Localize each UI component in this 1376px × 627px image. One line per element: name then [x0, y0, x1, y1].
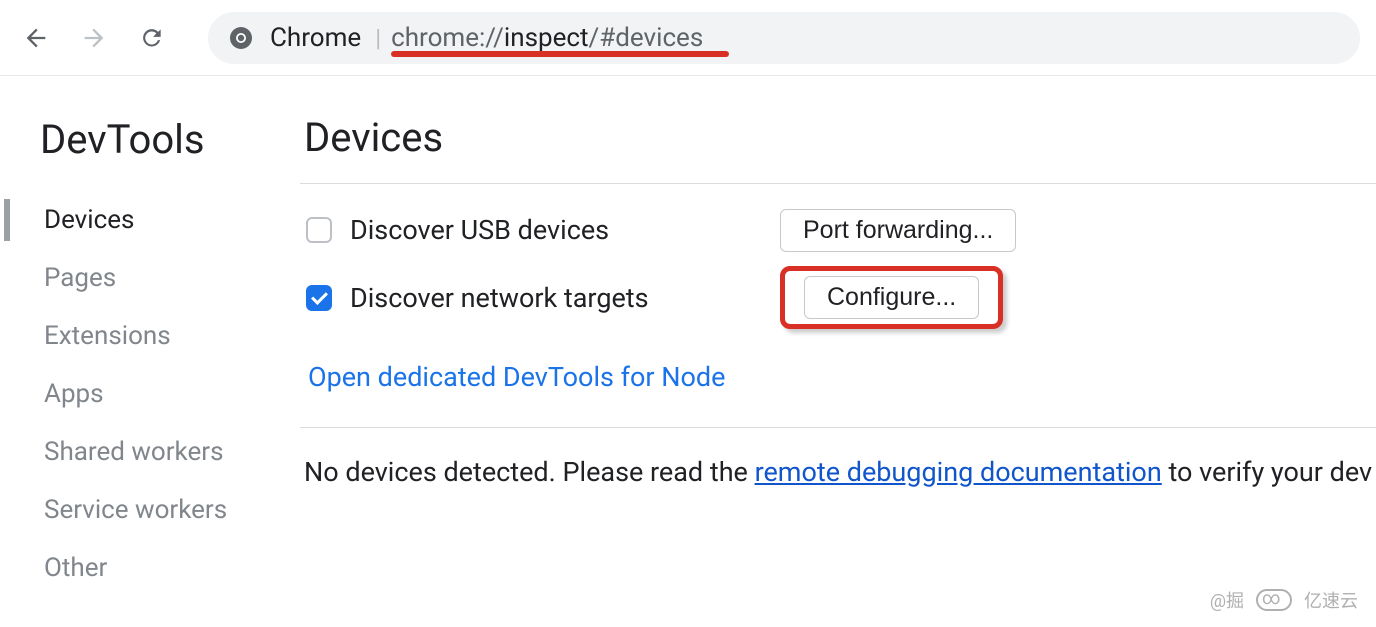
sidebar-item-other[interactable]: Other [0, 539, 300, 597]
discover-network-checkbox[interactable] [306, 285, 332, 311]
sidebar: DevTools Devices Pages Extensions Apps S… [0, 76, 300, 627]
reload-button[interactable] [132, 18, 172, 58]
address-url: chrome://inspect/#devices [391, 23, 703, 53]
main-panel: Devices Discover USB devices Port forwar… [300, 76, 1376, 627]
sidebar-item-shared-workers[interactable]: Shared workers [0, 423, 300, 481]
discover-network-label: Discover network targets [350, 282, 780, 314]
open-node-devtools-link[interactable]: Open dedicated DevTools for Node [308, 361, 725, 393]
watermark-right: 亿速云 [1304, 587, 1358, 613]
discovery-section: Discover USB devices Port forwarding... … [300, 183, 1376, 428]
node-devtools-row: Open dedicated DevTools for Node [306, 351, 1376, 403]
remote-debugging-doc-link[interactable]: remote debugging documentation [755, 456, 1162, 488]
sidebar-item-label: Devices [44, 205, 134, 235]
browser-toolbar: Chrome | chrome://inspect/#devices [0, 0, 1376, 76]
page-title: Devices [300, 114, 1376, 161]
address-bar[interactable]: Chrome | chrome://inspect/#devices [208, 12, 1360, 64]
sidebar-item-extensions[interactable]: Extensions [0, 307, 300, 365]
arrow-right-icon [80, 24, 108, 52]
annotation-underline [391, 51, 729, 57]
sidebar-item-service-workers[interactable]: Service workers [0, 481, 300, 539]
sidebar-item-label: Extensions [44, 321, 171, 351]
back-button[interactable] [16, 18, 56, 58]
configure-button[interactable]: Configure... [804, 276, 979, 319]
arrow-left-icon [22, 24, 50, 52]
watermark: @掘 亿速云 [1210, 587, 1358, 613]
discover-network-row: Discover network targets Configure... [306, 266, 1376, 329]
address-separator: | [375, 24, 381, 52]
content-area: DevTools Devices Pages Extensions Apps S… [0, 76, 1376, 627]
sidebar-item-devices[interactable]: Devices [0, 191, 300, 249]
discover-usb-row: Discover USB devices Port forwarding... [306, 204, 1376, 256]
sidebar-item-label: Apps [44, 379, 104, 409]
watermark-left: @掘 [1210, 587, 1244, 613]
discover-usb-label: Discover USB devices [350, 214, 780, 246]
sidebar-item-label: Shared workers [44, 437, 224, 467]
sidebar-item-label: Service workers [44, 495, 227, 525]
address-origin: Chrome [270, 23, 361, 53]
reload-icon [139, 25, 165, 51]
discover-usb-checkbox[interactable] [306, 217, 332, 243]
sidebar-item-pages[interactable]: Pages [0, 249, 300, 307]
forward-button[interactable] [74, 18, 114, 58]
port-forwarding-button[interactable]: Port forwarding... [780, 209, 1016, 252]
sidebar-item-label: Other [44, 553, 107, 583]
no-devices-message: No devices detected. Please read the rem… [300, 428, 1376, 488]
annotation-highlight-box: Configure... [780, 266, 1003, 329]
cloud-icon [1256, 589, 1292, 611]
sidebar-item-label: Pages [44, 263, 116, 293]
sidebar-item-apps[interactable]: Apps [0, 365, 300, 423]
chrome-icon [228, 25, 254, 51]
sidebar-title: DevTools [0, 116, 300, 163]
